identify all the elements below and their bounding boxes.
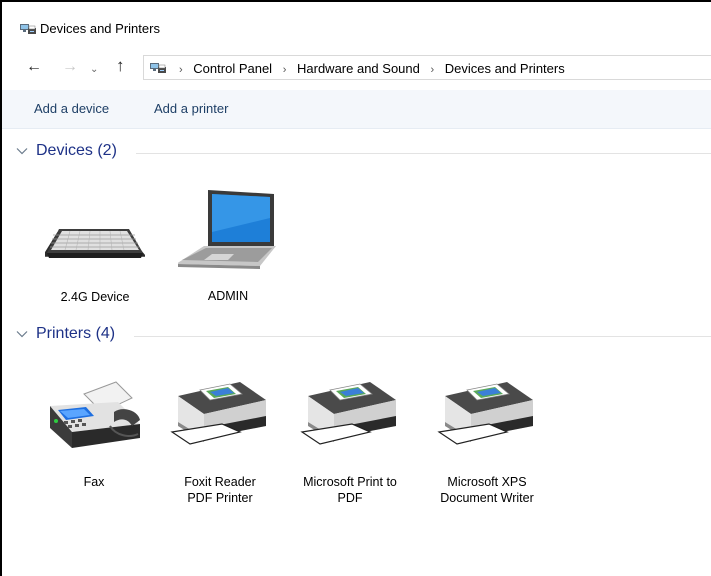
breadcrumb-control-panel[interactable]: Control Panel xyxy=(193,61,272,76)
title-bar: Devices and Printers xyxy=(2,2,711,52)
devices-printers-icon xyxy=(20,24,36,34)
device-label: 2.4G Device xyxy=(60,290,130,304)
printer-icon xyxy=(170,382,266,445)
printers-group-header[interactable]: Printers (4) xyxy=(16,325,711,347)
printer-label: Foxit Reader PDF Printer xyxy=(184,475,256,505)
arrow-right-icon[interactable]: → xyxy=(62,58,78,76)
chevron-right-icon[interactable]: › xyxy=(283,64,287,76)
printer-label: Fax xyxy=(83,475,105,489)
printer-icon xyxy=(437,382,533,445)
printer-label: Microsoft Print to PDF xyxy=(303,475,397,505)
printer-label: Microsoft XPS Document Writer xyxy=(440,475,534,505)
fax-icon xyxy=(50,381,140,448)
device-label: ADMIN xyxy=(207,289,249,303)
device-item[interactable]: ADMIN xyxy=(178,188,278,304)
chevron-down-icon[interactable]: ⌄ xyxy=(90,61,98,79)
chevron-right-icon[interactable]: › xyxy=(179,64,183,76)
device-item[interactable]: 2.4G Device xyxy=(45,215,145,305)
add-printer-button[interactable]: Add a printer xyxy=(154,101,228,116)
command-bar: Add a device Add a printer xyxy=(2,90,711,129)
add-device-button[interactable]: Add a device xyxy=(34,101,109,116)
chevron-down-icon[interactable] xyxy=(16,328,28,340)
printer-item[interactable]: Fax xyxy=(44,376,144,490)
printer-icon xyxy=(300,382,396,445)
arrow-left-icon[interactable]: ← xyxy=(26,58,42,76)
keyboard-icon xyxy=(45,229,145,258)
devices-group-header[interactable]: Devices (2) xyxy=(16,142,711,164)
printers-group-title: Printers (4) xyxy=(36,325,116,342)
breadcrumb-devices-and-printers[interactable]: Devices and Printers xyxy=(445,61,565,76)
group-divider xyxy=(136,153,711,154)
arrow-up-icon[interactable]: ↑ xyxy=(116,57,125,75)
navigation-bar: ← → ⌄ ↑ › Control Panel › Hardware and S… xyxy=(2,52,711,86)
group-divider xyxy=(134,336,711,337)
printer-item[interactable]: Foxit Reader PDF Printer xyxy=(170,376,270,506)
window-title: Devices and Printers xyxy=(40,21,160,36)
chevron-right-icon[interactable]: › xyxy=(430,64,434,76)
breadcrumb: › Control Panel › Hardware and Sound › D… xyxy=(172,61,565,76)
printer-item[interactable]: Microsoft Print to PDF xyxy=(300,376,400,506)
devices-group-title: Devices (2) xyxy=(36,142,117,159)
chevron-down-icon[interactable] xyxy=(16,145,28,157)
devices-printers-icon xyxy=(150,63,166,73)
address-bar[interactable]: › Control Panel › Hardware and Sound › D… xyxy=(143,55,711,80)
printer-item[interactable]: Microsoft XPS Document Writer xyxy=(437,376,537,506)
breadcrumb-hardware-and-sound[interactable]: Hardware and Sound xyxy=(297,61,420,76)
laptop-icon xyxy=(178,190,276,269)
